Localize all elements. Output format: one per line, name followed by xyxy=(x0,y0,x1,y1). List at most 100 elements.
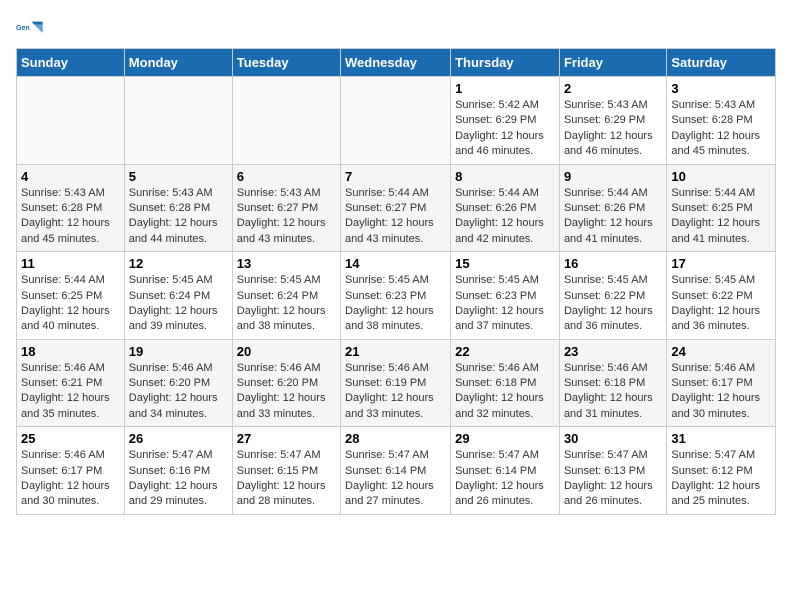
svg-text:Gen: Gen xyxy=(16,25,30,32)
day-number: 28 xyxy=(345,431,446,446)
day-cell: 10Sunrise: 5:44 AM Sunset: 6:25 PM Dayli… xyxy=(667,164,776,252)
day-number: 5 xyxy=(129,169,228,184)
day-info: Sunrise: 5:43 AM Sunset: 6:29 PM Dayligh… xyxy=(564,98,662,160)
day-info: Sunrise: 5:46 AM Sunset: 6:21 PM Dayligh… xyxy=(21,361,120,423)
day-number: 7 xyxy=(345,169,446,184)
day-info: Sunrise: 5:45 AM Sunset: 6:23 PM Dayligh… xyxy=(345,273,446,335)
day-number: 25 xyxy=(21,431,120,446)
day-cell: 30 Sunrise: 5:47 AM Sunset: 6:13 PM Dayli… xyxy=(559,427,666,515)
day-number: 23 xyxy=(564,344,662,359)
day-cell: 1 Sunrise: 5:42 AM Sunset: 6:29 PM Daylig… xyxy=(451,77,560,165)
week-row-2: 4 Sunrise: 5:43 AM Sunset: 6:28 PM Daylig… xyxy=(17,164,776,252)
day-cell: 13 Sunrise: 5:45 AM Sunset: 6:24 PM Dayli… xyxy=(232,252,340,340)
day-number: 21 xyxy=(345,344,446,359)
day-cell: 5 Sunrise: 5:43 AM Sunset: 6:28 PM Daylig… xyxy=(124,164,232,252)
day-cell xyxy=(341,77,451,165)
day-info: Sunrise: 5:47 AM Sunset: 6:15 PM Dayligh… xyxy=(237,448,336,510)
day-number: 15 xyxy=(455,256,555,271)
day-header-wednesday: Wednesday xyxy=(341,49,451,77)
day-cell: 15 Sunrise: 5:45 AM Sunset: 6:23 PM Dayli… xyxy=(451,252,560,340)
day-info: Sunrise: 5:43 AM Sunset: 6:28 PM Dayligh… xyxy=(671,98,771,160)
day-number: 20 xyxy=(237,344,336,359)
day-cell: 9 Sunrise: 5:44 AM Sunset: 6:26 PM Daylig… xyxy=(559,164,666,252)
day-number: 24 xyxy=(671,344,771,359)
day-cell: 11 Sunrise: 5:44 AM Sunset: 6:25 PM Dayli… xyxy=(17,252,125,340)
day-info: Sunrise: 5:46 AM Sunset: 6:17 PM Dayligh… xyxy=(21,448,120,510)
day-info: Sunrise: 5:45 AM Sunset: 6:24 PM Dayligh… xyxy=(237,273,336,335)
day-info: Sunrise: 5:46 AM Sunset: 6:17 PM Dayligh… xyxy=(671,361,771,423)
day-number: 13 xyxy=(237,256,336,271)
day-header-friday: Friday xyxy=(559,49,666,77)
day-info: Sunrise: 5:46 AM Sunset: 6:18 PM Dayligh… xyxy=(455,361,555,423)
day-number: 9 xyxy=(564,169,662,184)
day-cell: 12 Sunrise: 5:45 AM Sunset: 6:24 PM Dayli… xyxy=(124,252,232,340)
day-number: 26 xyxy=(129,431,228,446)
day-number: 22 xyxy=(455,344,555,359)
day-info: Sunrise: 5:45 AM Sunset: 6:23 PM Dayligh… xyxy=(455,273,555,335)
day-info: Sunrise: 5:43 AM Sunset: 6:27 PM Dayligh… xyxy=(237,186,336,248)
day-cell: 17Sunrise: 5:45 AM Sunset: 6:22 PM Dayli… xyxy=(667,252,776,340)
day-info: Sunrise: 5:44 AM Sunset: 6:27 PM Dayligh… xyxy=(345,186,446,248)
logo: Gen xyxy=(16,16,48,44)
day-cell: 4Sunrise: 5:43 AM Sunset: 6:28 PM Daylig… xyxy=(17,164,125,252)
day-number: 2 xyxy=(564,81,662,96)
day-info: Sunrise: 5:42 AM Sunset: 6:29 PM Dayligh… xyxy=(455,98,555,160)
day-cell: 19Sunrise: 5:46 AM Sunset: 6:20 PM Dayli… xyxy=(124,339,232,427)
day-info: Sunrise: 5:47 AM Sunset: 6:14 PM Dayligh… xyxy=(455,448,555,510)
day-number: 12 xyxy=(129,256,228,271)
logo-icon: Gen xyxy=(16,16,44,44)
day-number: 14 xyxy=(345,256,446,271)
day-cell: 29 Sunrise: 5:47 AM Sunset: 6:14 PM Dayli… xyxy=(451,427,560,515)
day-info: Sunrise: 5:45 AM Sunset: 6:22 PM Dayligh… xyxy=(564,273,662,335)
day-number: 17 xyxy=(671,256,771,271)
day-cell: 25 Sunrise: 5:46 AM Sunset: 6:17 PM Dayli… xyxy=(17,427,125,515)
day-number: 19 xyxy=(129,344,228,359)
day-cell: 7 Sunrise: 5:44 AM Sunset: 6:27 PM Daylig… xyxy=(341,164,451,252)
calendar: SundayMondayTuesdayWednesdayThursdayFrid… xyxy=(16,48,776,515)
day-cell: 6 Sunrise: 5:43 AM Sunset: 6:27 PM Daylig… xyxy=(232,164,340,252)
day-number: 29 xyxy=(455,431,555,446)
day-info: Sunrise: 5:47 AM Sunset: 6:16 PM Dayligh… xyxy=(129,448,228,510)
day-number: 4 xyxy=(21,169,120,184)
day-info: Sunrise: 5:47 AM Sunset: 6:13 PM Dayligh… xyxy=(564,448,662,510)
day-cell xyxy=(232,77,340,165)
day-header-thursday: Thursday xyxy=(451,49,560,77)
day-cell: 3Sunrise: 5:43 AM Sunset: 6:28 PM Daylig… xyxy=(667,77,776,165)
week-row-5: 25 Sunrise: 5:46 AM Sunset: 6:17 PM Dayli… xyxy=(17,427,776,515)
day-number: 6 xyxy=(237,169,336,184)
day-cell: 20 Sunrise: 5:46 AM Sunset: 6:20 PM Dayli… xyxy=(232,339,340,427)
day-cell: 26 Sunrise: 5:47 AM Sunset: 6:16 PM Dayli… xyxy=(124,427,232,515)
day-info: Sunrise: 5:47 AM Sunset: 6:14 PM Dayligh… xyxy=(345,448,446,510)
day-info: Sunrise: 5:47 AM Sunset: 6:12 PM Dayligh… xyxy=(671,448,771,510)
day-cell: 14 Sunrise: 5:45 AM Sunset: 6:23 PM Dayli… xyxy=(341,252,451,340)
week-row-3: 11 Sunrise: 5:44 AM Sunset: 6:25 PM Dayli… xyxy=(17,252,776,340)
day-cell xyxy=(124,77,232,165)
day-number: 8 xyxy=(455,169,555,184)
day-info: Sunrise: 5:46 AM Sunset: 6:18 PM Dayligh… xyxy=(564,361,662,423)
day-cell: 31Sunrise: 5:47 AM Sunset: 6:12 PM Dayli… xyxy=(667,427,776,515)
day-cell: 18Sunrise: 5:46 AM Sunset: 6:21 PM Dayli… xyxy=(17,339,125,427)
day-cell: 24 Sunrise: 5:46 AM Sunset: 6:17 PM Dayli… xyxy=(667,339,776,427)
day-cell: 21 Sunrise: 5:46 AM Sunset: 6:19 PM Dayli… xyxy=(341,339,451,427)
day-cell: 8 Sunrise: 5:44 AM Sunset: 6:26 PM Daylig… xyxy=(451,164,560,252)
calendar-body: 1 Sunrise: 5:42 AM Sunset: 6:29 PM Daylig… xyxy=(17,77,776,515)
day-cell xyxy=(17,77,125,165)
day-number: 16 xyxy=(564,256,662,271)
day-number: 10 xyxy=(671,169,771,184)
day-header-saturday: Saturday xyxy=(667,49,776,77)
week-row-4: 18Sunrise: 5:46 AM Sunset: 6:21 PM Dayli… xyxy=(17,339,776,427)
day-cell: 23 Sunrise: 5:46 AM Sunset: 6:18 PM Dayli… xyxy=(559,339,666,427)
day-info: Sunrise: 5:46 AM Sunset: 6:20 PM Dayligh… xyxy=(237,361,336,423)
day-cell: 27Sunrise: 5:47 AM Sunset: 6:15 PM Dayli… xyxy=(232,427,340,515)
day-info: Sunrise: 5:43 AM Sunset: 6:28 PM Dayligh… xyxy=(129,186,228,248)
day-info: Sunrise: 5:45 AM Sunset: 6:24 PM Dayligh… xyxy=(129,273,228,335)
day-cell: 22 Sunrise: 5:46 AM Sunset: 6:18 PM Dayli… xyxy=(451,339,560,427)
day-info: Sunrise: 5:46 AM Sunset: 6:19 PM Dayligh… xyxy=(345,361,446,423)
day-number: 1 xyxy=(455,81,555,96)
day-info: Sunrise: 5:44 AM Sunset: 6:26 PM Dayligh… xyxy=(455,186,555,248)
day-number: 30 xyxy=(564,431,662,446)
day-info: Sunrise: 5:44 AM Sunset: 6:25 PM Dayligh… xyxy=(21,273,120,335)
day-number: 11 xyxy=(21,256,120,271)
day-cell: 2 Sunrise: 5:43 AM Sunset: 6:29 PM Daylig… xyxy=(559,77,666,165)
day-info: Sunrise: 5:44 AM Sunset: 6:26 PM Dayligh… xyxy=(564,186,662,248)
